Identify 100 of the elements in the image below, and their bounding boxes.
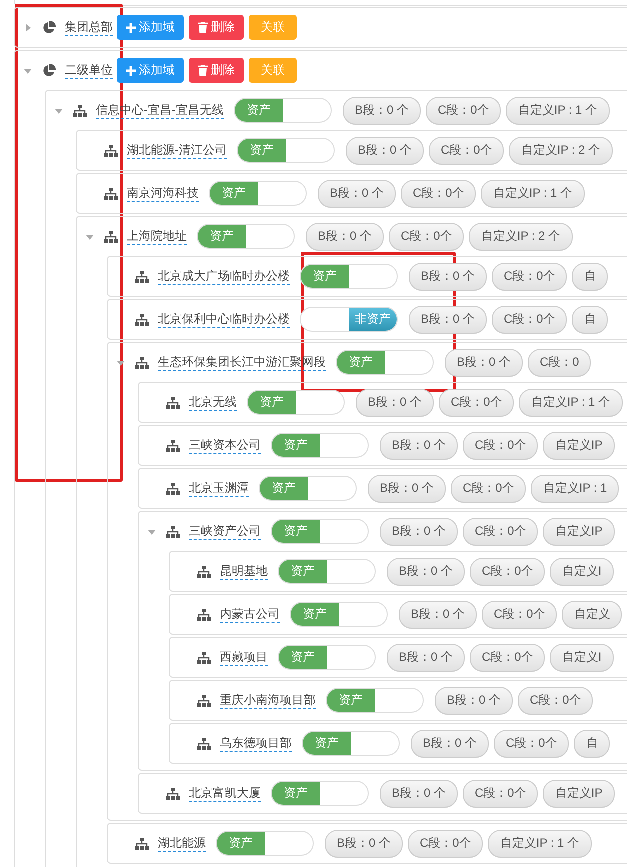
segment-count-pill[interactable]: 自定义IP : 1 个	[488, 830, 592, 858]
trash-icon	[198, 65, 208, 76]
segment-count-pill[interactable]: C段：0个	[463, 432, 538, 460]
sitemap-icon	[197, 566, 211, 578]
segment-count-pill[interactable]: B段：0 个	[343, 96, 422, 124]
segment-count-pill[interactable]: B段：0 个	[356, 388, 434, 416]
segment-count-pill[interactable]: 自	[572, 262, 608, 290]
segment-count-pill[interactable]: C段：0个	[408, 830, 484, 858]
segment-count-pill[interactable]: B段：0 个	[435, 686, 514, 714]
segment-count-pill[interactable]: 自定义IP : 1	[531, 474, 620, 502]
segment-count-pill[interactable]: B段：0 个	[306, 222, 384, 250]
sitemap-icon	[197, 738, 211, 750]
segment-count-pill[interactable]: C段：0个	[451, 474, 526, 502]
segment-count-pill[interactable]: C段：0个	[429, 136, 504, 164]
node-name-link[interactable]: 内蒙古公司	[220, 606, 280, 623]
collapse-caret-icon[interactable]	[148, 528, 156, 536]
segment-count-pill[interactable]: B段：0 个	[318, 180, 396, 208]
segment-count-pill[interactable]: B段：0 个	[380, 432, 458, 460]
sitemap-icon	[104, 188, 118, 200]
node-name-link[interactable]: 西藏项目	[220, 649, 268, 666]
segment-count-pill[interactable]: C段：0个	[492, 262, 568, 290]
pie-chart-icon	[42, 64, 56, 78]
segment-count-pill[interactable]: B段：0 个	[387, 558, 466, 586]
segment-count-pill[interactable]: C段：0个	[426, 96, 502, 124]
plus-icon	[126, 66, 136, 76]
segment-count-pill[interactable]: B段：0 个	[411, 730, 490, 758]
collapse-caret-icon[interactable]	[24, 66, 32, 74]
segment-count-pill[interactable]: 自定义IP : 1 个	[481, 180, 584, 208]
sitemap-icon	[73, 104, 87, 116]
segment-count-pill[interactable]: 自定义IP : 2 个	[469, 222, 572, 250]
segment-count-pill[interactable]: C段：0	[528, 348, 592, 376]
node-name-link[interactable]: 湖北能源-清江公司	[127, 142, 227, 159]
delete-button[interactable]: 删除	[189, 15, 244, 40]
segment-count-pill[interactable]: 自定义IP : 1 个	[506, 96, 610, 124]
sitemap-icon	[104, 144, 118, 156]
sitemap-icon	[135, 314, 149, 326]
segment-count-pill[interactable]: 自定义IP	[543, 518, 615, 546]
node-name-link[interactable]: 湖北能源	[158, 835, 206, 852]
segment-count-pill[interactable]: B段：0 个	[387, 644, 466, 672]
sitemap-icon	[135, 270, 149, 282]
sitemap-icon	[197, 652, 211, 664]
segment-count-pill[interactable]: 自定义I	[550, 558, 614, 586]
node-name-link[interactable]: 集团总部	[65, 19, 113, 36]
node-name-link[interactable]: 北京成大广场临时办公楼	[158, 268, 290, 285]
expand-caret-icon[interactable]	[24, 24, 32, 32]
segment-count-pill[interactable]: C段：0个	[518, 686, 594, 714]
node-name-link[interactable]: 北京富凯大厦	[189, 785, 261, 802]
segment-count-pill[interactable]: 自定义	[562, 600, 622, 628]
sitemap-icon	[166, 526, 180, 538]
node-name-link[interactable]: 北京无线	[189, 394, 237, 411]
segment-count-pill[interactable]: B段：0 个	[346, 136, 424, 164]
segment-count-pill[interactable]: C段：0个	[482, 600, 558, 628]
segment-count-pill[interactable]: 自定义IP : 2 个	[509, 136, 612, 164]
trash-icon	[198, 22, 208, 33]
segment-count-pill[interactable]: C段：0个	[439, 388, 514, 416]
node-name-link[interactable]: 南京河海科技	[127, 185, 199, 202]
segment-count-pill[interactable]: B段：0 个	[325, 830, 404, 858]
sitemap-icon	[166, 788, 180, 800]
segment-count-pill[interactable]: C段：0个	[470, 558, 546, 586]
segment-count-pill[interactable]: B段：0 个	[445, 348, 524, 376]
node-name-link[interactable]: 北京保利中心临时办公楼	[158, 311, 290, 328]
segment-count-pill[interactable]: 自定义I	[550, 644, 614, 672]
sitemap-icon	[104, 230, 118, 242]
segment-count-pill[interactable]: B段：0 个	[380, 518, 458, 546]
segment-count-pill[interactable]: B段：0 个	[368, 474, 446, 502]
segment-count-pill[interactable]: C段：0个	[401, 180, 476, 208]
pie-chart-icon	[42, 20, 56, 34]
delete-button[interactable]: 删除	[189, 58, 244, 83]
node-name-link[interactable]: 三峡资产公司	[189, 523, 261, 540]
segment-count-pill[interactable]: C段：0个	[463, 780, 538, 808]
collapse-caret-icon[interactable]	[55, 106, 63, 114]
node-name-link[interactable]: 上海院地址	[127, 228, 187, 245]
segment-count-pill[interactable]: 自定义IP	[543, 780, 615, 808]
sitemap-icon	[135, 356, 149, 368]
segment-count-pill[interactable]: B段：0 个	[409, 262, 488, 290]
sitemap-icon	[166, 440, 180, 452]
node-name-link[interactable]: 乌东德项目部	[220, 735, 292, 752]
segment-count-pill[interactable]: C段：0个	[463, 518, 538, 546]
segment-count-pill[interactable]: 自	[572, 306, 608, 334]
sitemap-icon	[197, 694, 211, 706]
segment-count-pill[interactable]: C段：0个	[389, 222, 464, 250]
segment-count-pill[interactable]: 自	[574, 730, 610, 758]
segment-count-pill[interactable]: C段：0个	[470, 644, 546, 672]
node-name-link[interactable]: 昆明基地	[220, 563, 268, 580]
segment-count-pill[interactable]: B段：0 个	[399, 600, 478, 628]
segment-count-pill[interactable]: C段：0个	[494, 730, 570, 758]
segment-count-pill[interactable]: 自定义IP : 1 个	[519, 388, 622, 416]
node-name-link[interactable]: 二级单位	[65, 62, 113, 79]
segment-count-pill[interactable]: C段：0个	[492, 306, 568, 334]
collapse-caret-icon[interactable]	[117, 358, 125, 366]
segment-count-pill[interactable]: B段：0 个	[409, 306, 488, 334]
plus-icon	[126, 22, 136, 32]
sitemap-icon	[166, 482, 180, 494]
node-name-link[interactable]: 重庆小南海项目部	[220, 692, 316, 709]
sitemap-icon	[166, 396, 180, 408]
node-name-link[interactable]: 三峡资本公司	[189, 437, 261, 454]
segment-count-pill[interactable]: 自定义IP	[543, 432, 615, 460]
segment-count-pill[interactable]: B段：0 个	[380, 780, 458, 808]
node-name-link[interactable]: 北京玉渊潭	[189, 480, 249, 497]
collapse-caret-icon[interactable]	[86, 232, 94, 240]
